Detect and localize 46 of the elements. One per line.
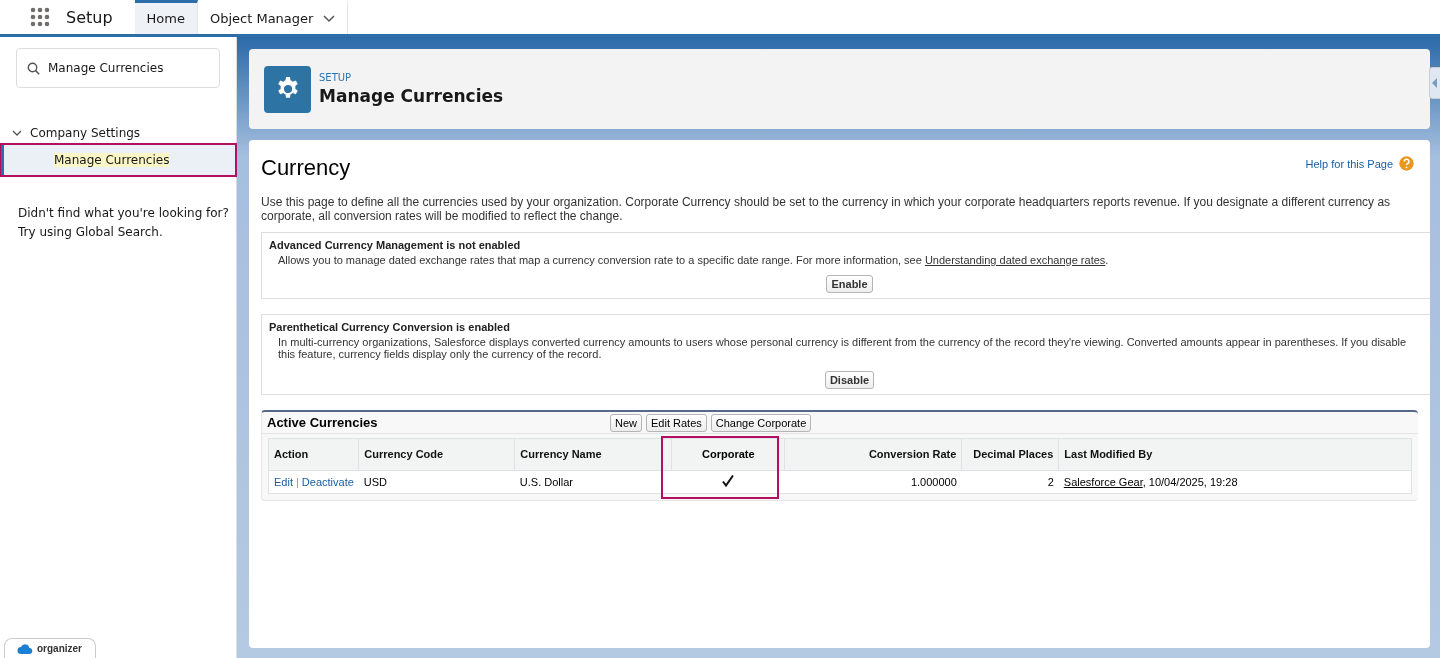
chevron-down-icon[interactable] (12, 129, 22, 137)
table-cell: 2 (961, 470, 1059, 494)
tree-item[interactable]: Company Settings (12, 126, 236, 140)
logo-icon (17, 642, 33, 655)
hint-text: Try using Global Search. (18, 224, 164, 241)
panel-title: Advanced Currency Management is not enabled (269, 239, 522, 251)
column-header: Last Modified By (1058, 438, 1412, 471)
hint-text: Didn't find what you're looking for? (18, 205, 230, 222)
tree-item[interactable]: Manage Currencies (0, 144, 236, 176)
table-cell: , 10/04/2025, 19:28 (1142, 476, 1238, 488)
panel-text: In multi-currency organizations, Salesforce displays converted currency amounts to users whose personal currency is different from the currency of the record they're viewing. Converted amounts appear in parentheses. If you disable this feature, currency fields display only the currency of the record. (278, 336, 1408, 360)
enable-button[interactable]: Enable (826, 275, 873, 293)
search-icon (27, 61, 40, 75)
table-cell: U.S. Dollar (514, 470, 672, 494)
table-cell: USD (358, 470, 515, 494)
organizer-tab[interactable]: organizer (4, 638, 96, 658)
user-link[interactable]: Salesforce Gear (1063, 476, 1143, 488)
deactivate-link[interactable]: Deactivate (301, 476, 354, 488)
column-header: Currency Code (358, 438, 515, 471)
toolbar-button[interactable]: Change Corporate (710, 413, 812, 432)
page-title: Manage Currencies (319, 86, 504, 106)
app-name: Setup (66, 7, 113, 27)
separator-text: | (295, 476, 299, 488)
toolbar-button[interactable]: Edit Rates (646, 413, 707, 432)
column-header: Conversion Rate (784, 438, 962, 471)
column-header: Currency Name (514, 438, 672, 471)
header-eyebrow: SETUP (319, 72, 353, 83)
panel-title: Active Currencies (267, 415, 379, 430)
section-title: Currency (261, 155, 351, 181)
help-link[interactable]: Help for this Page (1305, 156, 1414, 171)
chevron-down-icon[interactable] (323, 14, 336, 23)
disable-button[interactable]: Disable (824, 371, 875, 389)
table-cell: 1.000000 (784, 470, 962, 494)
intro-text: Use this page to define all the currencies used by your organization. Corporate Currency should be set to the currency in which your corporate headquarters reports revenue. If you designate a different currency as corporate, all conversion rates will be modified to reflect the change. (261, 195, 1392, 223)
caret-left-icon (1432, 78, 1438, 88)
nav-tab[interactable]: Home (134, 0, 198, 34)
app-launcher-icon[interactable] (30, 7, 50, 27)
panel-title: Parenthetical Currency Conversion is enabled (269, 321, 511, 333)
column-header: Corporate (671, 438, 785, 471)
column-header: Action (268, 438, 359, 471)
search-field[interactable]: Manage Currencies (16, 48, 220, 88)
panel-text: Allows you to manage dated exchange rates that map a currency conversion rate to a specific date range. For more information, see Understanding dated exchange rates. (278, 254, 1110, 266)
column-header: Decimal Places (961, 438, 1059, 471)
help-icon (1399, 156, 1414, 171)
toolbar-button[interactable]: New (610, 413, 642, 432)
edit-link[interactable]: Edit (274, 476, 293, 488)
